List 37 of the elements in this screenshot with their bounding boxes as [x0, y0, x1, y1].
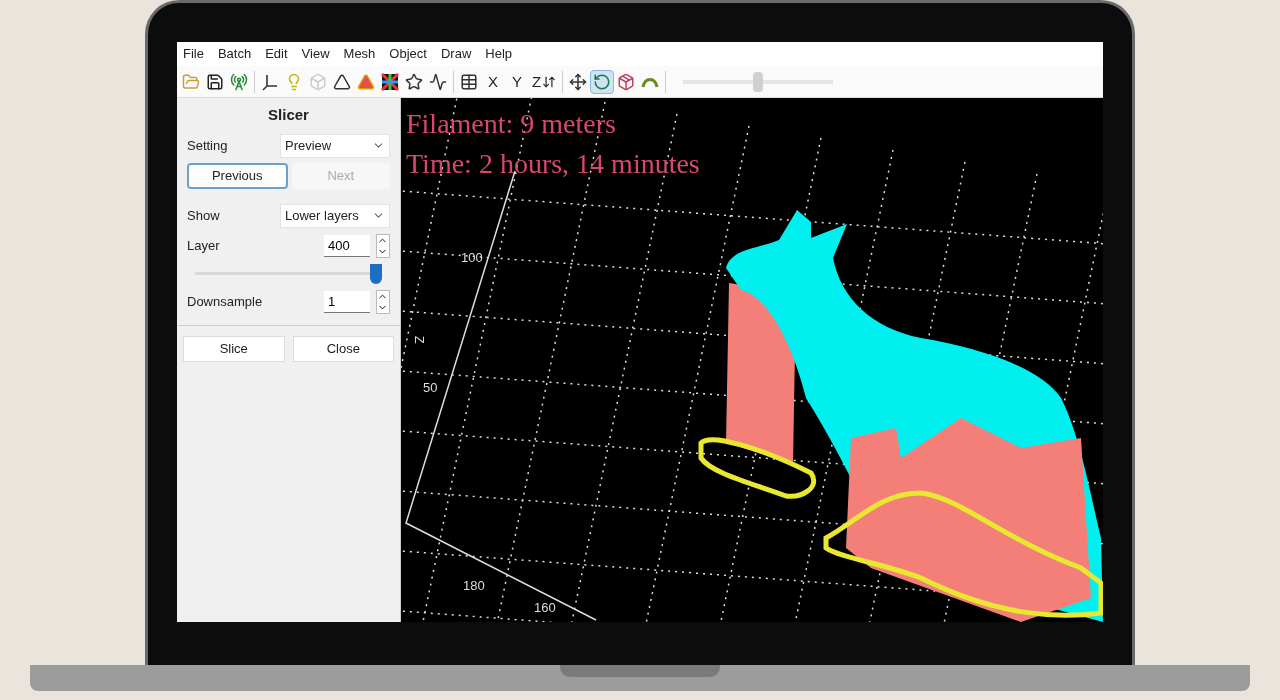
nav-button[interactable]: Previous	[187, 162, 288, 189]
field-label: Setting	[187, 136, 228, 155]
axis-button[interactable]: X	[481, 69, 505, 94]
dropdown[interactable]: Preview	[280, 133, 390, 158]
axis-button[interactable]: Y	[505, 69, 529, 94]
number-field[interactable]: 400	[324, 234, 370, 257]
field-label: Downsample	[187, 292, 263, 311]
dropdown[interactable]: Lower layers	[280, 203, 390, 228]
menu-item[interactable]: Object	[389, 44, 427, 64]
action-button[interactable]: Close	[292, 335, 394, 362]
up-down-arrow-icon	[542, 74, 557, 89]
menu-item[interactable]: Help	[485, 44, 513, 64]
action-button[interactable]: Slice	[183, 335, 285, 362]
field-label: Show	[187, 206, 220, 225]
axis-button[interactable]: Z	[529, 69, 560, 94]
print-info-text: Time: 2 hours, 14 minutes	[406, 147, 700, 181]
menu-item[interactable]: Draw	[440, 44, 472, 64]
menu-item[interactable]: File	[183, 44, 204, 64]
panel-title: Slicer	[268, 105, 309, 125]
axis-label: 50	[423, 379, 438, 397]
spin-control[interactable]	[376, 289, 390, 314]
axis-label: 160	[534, 599, 556, 617]
3d-viewport[interactable]: 100 50 Z 180 160 Filament: 9 meters Time: 2 hours, 14 minutes	[401, 98, 1103, 622]
menu-item[interactable]: Batch	[217, 44, 252, 64]
menu-item[interactable]: View	[301, 44, 330, 64]
menu-item[interactable]: Mesh	[343, 44, 376, 64]
field-label: Layer	[187, 236, 220, 255]
axis-label: Z	[410, 335, 428, 344]
layer-slider[interactable]	[195, 262, 382, 285]
slider-thumb[interactable]	[370, 263, 382, 284]
number-field[interactable]: 1	[324, 290, 370, 313]
print-info-text: Filament: 9 meters	[406, 107, 617, 141]
axis-label: 100	[461, 249, 483, 267]
axis-label: 180	[463, 577, 485, 595]
rotate-icon[interactable]	[590, 69, 615, 94]
menu-item[interactable]: Edit	[265, 44, 288, 64]
spin-control[interactable]	[376, 233, 390, 258]
